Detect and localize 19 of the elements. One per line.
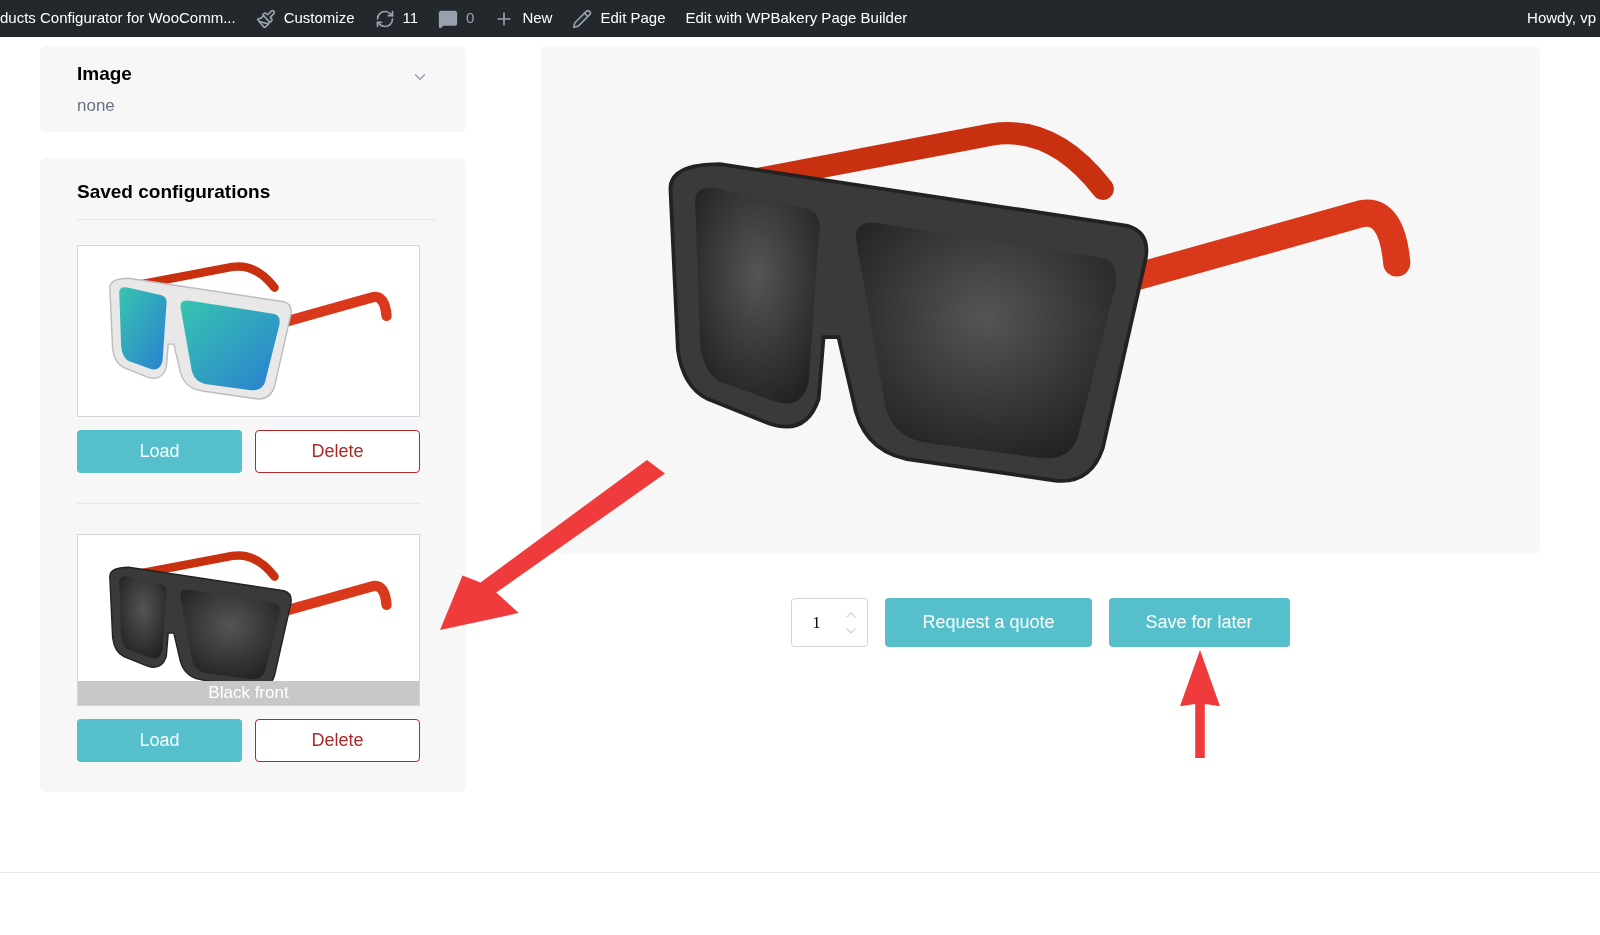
admin-bar-item[interactable]: ducts Configurator for WooComm...	[0, 7, 244, 30]
option-value: none	[77, 94, 116, 117]
edit-icon	[572, 8, 593, 29]
admin-bar-item[interactable]: Edit Page	[564, 7, 674, 30]
quantity-field[interactable]: 1	[791, 598, 869, 647]
customize-icon	[255, 8, 276, 29]
updates-icon	[374, 8, 395, 29]
comments-icon	[438, 8, 459, 29]
delete-button[interactable]: Delete	[255, 429, 420, 473]
admin-bar-item[interactable]: Edit with WPBakery Page Builder	[677, 7, 916, 30]
admin-bar-item[interactable]: 11	[366, 7, 427, 30]
admin-bar-item[interactable]: 0	[430, 7, 483, 30]
admin-bar-item[interactable]: Customize	[247, 7, 363, 30]
option-title: Image	[77, 62, 132, 86]
admin-bar-item[interactable]: New	[486, 7, 561, 30]
greeting[interactable]: Howdy, vp	[1527, 7, 1600, 30]
image-option-card[interactable]: Image none	[40, 46, 466, 132]
delete-button[interactable]: Delete	[255, 718, 420, 762]
panel-title: Saved configurations	[77, 178, 437, 220]
